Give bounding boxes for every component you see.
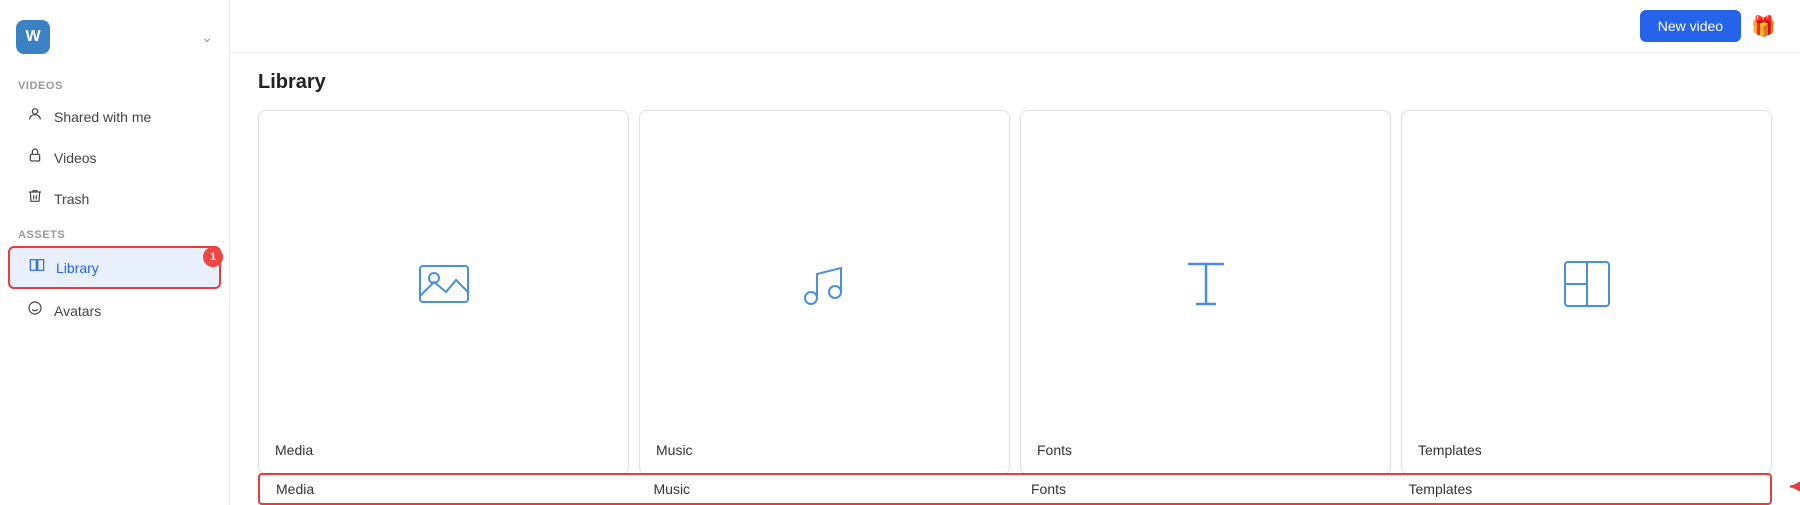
chevron-down-icon: ⌄ xyxy=(201,29,213,46)
media-icon-area xyxy=(414,141,474,426)
bottom-label-fonts: Fonts xyxy=(1015,481,1393,497)
card-label-media: Media xyxy=(275,442,313,458)
library-badge: 1 xyxy=(203,247,223,267)
trash-icon xyxy=(26,188,44,209)
page-header: Library xyxy=(230,53,1800,106)
sidebar-item-avatars[interactable]: Avatars xyxy=(8,291,221,330)
new-video-button[interactable]: New video xyxy=(1640,10,1741,42)
book-open-icon xyxy=(28,257,46,278)
card-label-fonts: Fonts xyxy=(1037,442,1072,458)
image-icon xyxy=(414,254,474,314)
smiley-icon xyxy=(26,300,44,321)
bottom-label-templates: Templates xyxy=(1393,481,1771,497)
sidebar-item-label: Videos xyxy=(54,150,97,166)
library-card-templates[interactable]: Templates xyxy=(1401,110,1772,475)
sidebar-header: W ⌄ xyxy=(0,12,229,70)
logo-button[interactable]: W xyxy=(16,20,50,54)
annotation-arrow xyxy=(1780,467,1800,505)
person-icon xyxy=(26,106,44,127)
font-icon xyxy=(1176,254,1236,314)
library-card-fonts[interactable]: Fonts xyxy=(1020,110,1391,475)
library-grid: Media Music Fonts xyxy=(230,106,1800,479)
sidebar-item-label: Library xyxy=(56,260,99,276)
bottom-label-media: Media xyxy=(260,481,638,497)
gift-icon-button[interactable]: 🎁 xyxy=(1751,14,1776,39)
bottom-label-music: Music xyxy=(638,481,1016,497)
sidebar-item-label: Trash xyxy=(54,191,89,207)
page-title: Library xyxy=(258,71,1772,94)
templates-icon-area xyxy=(1557,141,1617,426)
template-icon xyxy=(1557,254,1617,314)
sidebar-item-label: Shared with me xyxy=(54,109,151,125)
main-content: New video 🎁 Library Media xyxy=(230,0,1800,505)
music-icon-area xyxy=(795,141,855,426)
sidebar-item-library[interactable]: Library xyxy=(8,246,221,289)
library-card-music[interactable]: Music xyxy=(639,110,1010,475)
topbar: New video 🎁 xyxy=(230,0,1800,53)
assets-section-label: Assets xyxy=(0,219,229,245)
sidebar: W ⌄ Videos Shared with me Videos Trash A… xyxy=(0,0,230,505)
music-icon xyxy=(795,254,855,314)
card-label-music: Music xyxy=(656,442,693,458)
library-card-media[interactable]: Media xyxy=(258,110,629,475)
card-labels-annotation-box: Media Music Fonts Templates xyxy=(258,473,1772,505)
sidebar-item-videos[interactable]: Videos xyxy=(8,138,221,177)
sidebar-item-shared-with-me[interactable]: Shared with me xyxy=(8,97,221,136)
fonts-icon-area xyxy=(1176,141,1236,426)
lock-icon xyxy=(26,147,44,168)
sidebar-item-label: Avatars xyxy=(54,303,101,319)
sidebar-item-trash[interactable]: Trash xyxy=(8,179,221,218)
card-label-templates: Templates xyxy=(1418,442,1482,458)
videos-section-label: Videos xyxy=(0,70,229,96)
